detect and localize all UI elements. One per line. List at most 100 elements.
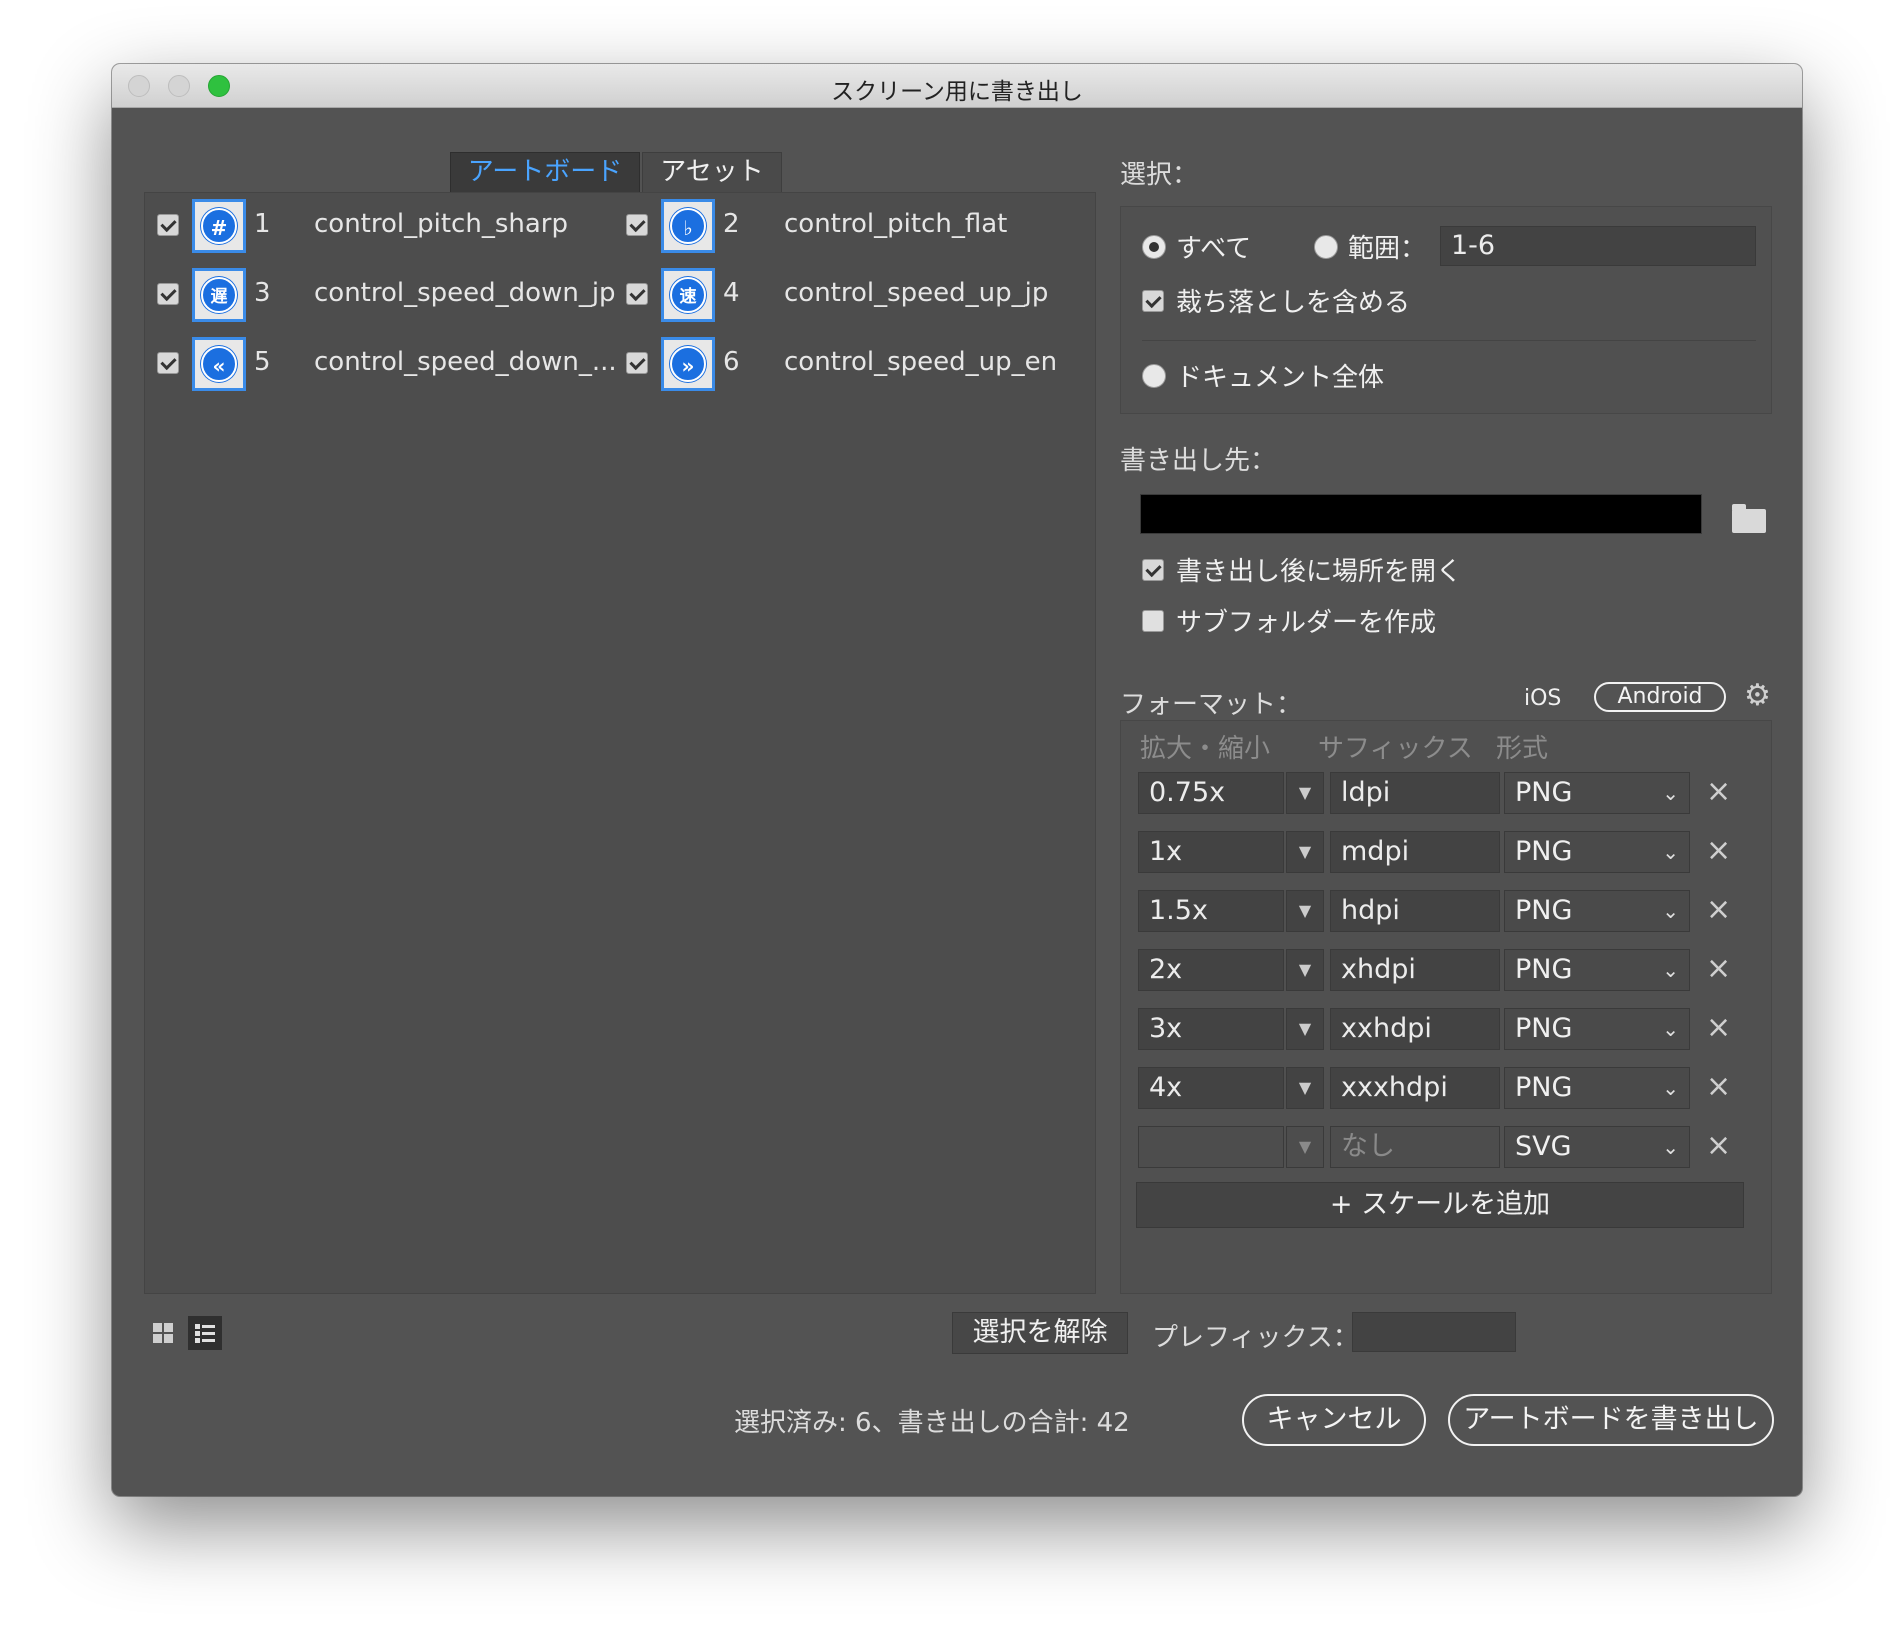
artboard-4-checkbox[interactable] (626, 283, 648, 305)
suffix-input[interactable]: xxhdpi (1330, 1008, 1500, 1050)
format-select[interactable]: PNG ⌄ (1504, 772, 1690, 814)
format-value: PNG (1515, 1013, 1573, 1044)
create-subfolder-checkbox[interactable] (1142, 610, 1164, 632)
scale-dropdown-arrow-icon[interactable]: ▼ (1286, 772, 1324, 814)
suffix-input[interactable]: ldpi (1330, 772, 1500, 814)
scale-input[interactable]: 1.5x (1138, 890, 1284, 932)
rewind-icon: « (201, 346, 237, 382)
format-select[interactable]: PNG ⌄ (1504, 949, 1690, 991)
fast-forward-icon: » (670, 346, 706, 382)
suffix-input[interactable]: xxxhdpi (1330, 1067, 1500, 1109)
include-bleed-label[interactable]: 裁ち落としを含める (1176, 282, 1410, 319)
remove-scale-icon[interactable]: × (1706, 1128, 1731, 1164)
artboard-3-thumbnail[interactable]: 遅 (192, 268, 246, 322)
artboard-3-checkbox[interactable] (157, 283, 179, 305)
artboard-5-thumbnail[interactable]: « (192, 337, 246, 391)
scale-input[interactable]: 1x (1138, 831, 1284, 873)
scale-dropdown-arrow-icon[interactable]: ▼ (1286, 1008, 1324, 1050)
remove-scale-icon[interactable]: × (1706, 833, 1731, 869)
scale-column-header: 拡大・縮小 (1140, 734, 1271, 764)
artboard-6-number: 6 (723, 347, 740, 377)
suffix-input[interactable]: xhdpi (1330, 949, 1500, 991)
android-preset-button[interactable]: Android (1594, 682, 1726, 712)
scale-input (1138, 1126, 1284, 1168)
scale-input[interactable]: 0.75x (1138, 772, 1284, 814)
select-range-radio[interactable] (1314, 235, 1338, 259)
artboard-2-checkbox[interactable] (626, 214, 648, 236)
deselect-button[interactable]: 選択を解除 (952, 1312, 1128, 1354)
slow-kanji-icon: 遅 (201, 277, 237, 313)
ios-preset-button[interactable]: iOS (1524, 686, 1561, 711)
open-after-export-checkbox[interactable] (1142, 559, 1164, 581)
scale-input[interactable]: 3x (1138, 1008, 1284, 1050)
artboard-2-name[interactable]: control_pitch_flat (784, 209, 1007, 239)
format-select[interactable]: PNG ⌄ (1504, 831, 1690, 873)
range-input[interactable]: 1-6 (1440, 226, 1756, 266)
format-column-header: 形式 (1496, 734, 1549, 764)
format-value: PNG (1515, 836, 1573, 867)
artboard-2-thumbnail[interactable]: ♭ (661, 199, 715, 253)
scale-input[interactable]: 4x (1138, 1067, 1284, 1109)
artboard-4-name[interactable]: control_speed_up_jp (784, 278, 1048, 308)
artboard-1-checkbox[interactable] (157, 214, 179, 236)
select-all-label[interactable]: すべて (1176, 228, 1251, 265)
open-after-export-label[interactable]: 書き出し後に場所を開く (1176, 551, 1462, 588)
artboard-5-name[interactable]: control_speed_down_... (314, 347, 617, 377)
remove-scale-icon[interactable]: × (1706, 1069, 1731, 1105)
gear-icon[interactable]: ⚙ (1744, 678, 1771, 713)
list-view-icon[interactable] (188, 1316, 222, 1350)
artboard-1-name[interactable]: control_pitch_sharp (314, 209, 568, 239)
format-row: 0.75x ▼ ldpi PNG ⌄ × (1138, 772, 1758, 814)
include-bleed-checkbox[interactable] (1142, 290, 1164, 312)
export-for-screens-dialog: スクリーン用に書き出し アートボード アセット # 1 control_pitc… (112, 64, 1802, 1496)
suffix-column-header: サフィックス (1318, 734, 1473, 764)
suffix-input[interactable]: mdpi (1330, 831, 1500, 873)
remove-scale-icon[interactable]: × (1706, 951, 1731, 987)
scale-dropdown-arrow-icon[interactable]: ▼ (1286, 890, 1324, 932)
artboard-6-thumbnail[interactable]: » (661, 337, 715, 391)
whole-document-radio[interactable] (1142, 364, 1166, 388)
format-select[interactable]: PNG ⌄ (1504, 890, 1690, 932)
format-select[interactable]: PNG ⌄ (1504, 1067, 1690, 1109)
format-value: PNG (1515, 954, 1573, 985)
format-select[interactable]: PNG ⌄ (1504, 1008, 1690, 1050)
flat-icon: ♭ (670, 208, 706, 244)
artboard-5-checkbox[interactable] (157, 352, 179, 374)
chevron-down-icon: ⌄ (1662, 1135, 1679, 1159)
export-to-header: 書き出し先： (1120, 446, 1277, 476)
add-scale-button[interactable]: + スケールを追加 (1136, 1182, 1744, 1228)
scale-input[interactable]: 2x (1138, 949, 1284, 991)
artboard-6-name[interactable]: control_speed_up_en (784, 347, 1057, 377)
remove-scale-icon[interactable]: × (1706, 892, 1731, 928)
scale-dropdown-arrow-icon[interactable]: ▼ (1286, 1067, 1324, 1109)
create-subfolder-label[interactable]: サブフォルダーを作成 (1176, 602, 1436, 639)
prefix-input[interactable] (1352, 1312, 1516, 1352)
cancel-button[interactable]: キャンセル (1242, 1394, 1426, 1446)
folder-icon[interactable] (1732, 504, 1766, 533)
grid-view-icon[interactable] (146, 1316, 180, 1350)
fast-kanji-icon: 速 (670, 277, 706, 313)
select-range-label[interactable]: 範囲： (1348, 228, 1426, 265)
artboard-4-thumbnail[interactable]: 速 (661, 268, 715, 322)
artboard-6-checkbox[interactable] (626, 352, 648, 374)
suffix-input[interactable]: なし (1330, 1126, 1500, 1168)
whole-document-label[interactable]: ドキュメント全体 (1176, 357, 1384, 394)
select-all-radio[interactable] (1142, 235, 1166, 259)
artboard-3-name[interactable]: control_speed_down_jp (314, 278, 616, 308)
suffix-input[interactable]: hdpi (1330, 890, 1500, 932)
selection-header: 選択： (1120, 160, 1199, 190)
export-path-field[interactable] (1140, 494, 1702, 534)
artboard-1-thumbnail[interactable]: # (192, 199, 246, 253)
format-select[interactable]: SVG ⌄ (1504, 1126, 1690, 1168)
remove-scale-icon[interactable]: × (1706, 1010, 1731, 1046)
tab-artboards[interactable]: アートボード (450, 152, 640, 192)
chevron-down-icon: ⌄ (1662, 781, 1679, 805)
chevron-down-icon: ⌄ (1662, 1076, 1679, 1100)
format-row: 1x ▼ mdpi PNG ⌄ × (1138, 831, 1758, 873)
scale-dropdown-arrow-icon[interactable]: ▼ (1286, 949, 1324, 991)
scale-dropdown-arrow-icon[interactable]: ▼ (1286, 831, 1324, 873)
format-row: 1.5x ▼ hdpi PNG ⌄ × (1138, 890, 1758, 932)
remove-scale-icon[interactable]: × (1706, 774, 1731, 810)
export-artboards-button[interactable]: アートボードを書き出し (1448, 1394, 1774, 1446)
tab-assets[interactable]: アセット (642, 152, 782, 192)
